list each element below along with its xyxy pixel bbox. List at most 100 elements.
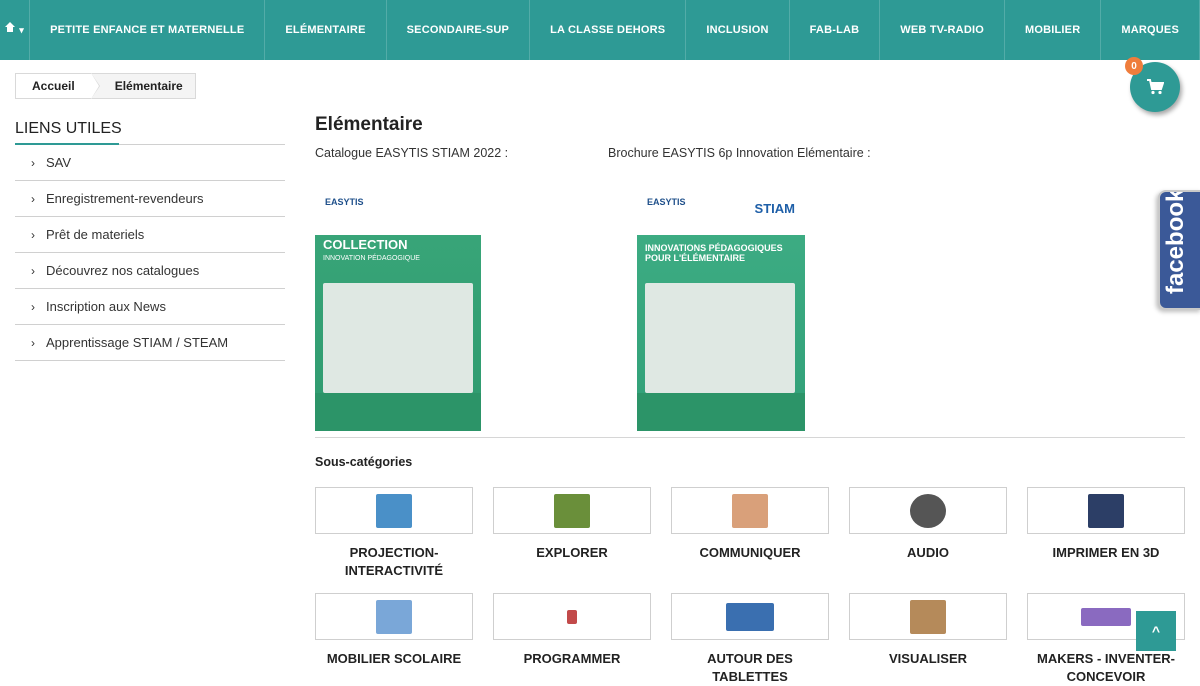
subcategory-thumbnail: [315, 487, 473, 534]
cart-icon: [1147, 79, 1164, 95]
subcategories-title: Sous-catégories: [315, 455, 413, 469]
catalog-cover[interactable]: EASYTIS COLLECTION INNOVATION PÉDAGOGIQU…: [315, 193, 481, 431]
main-content: Elémentaire Catalogue EASYTIS STIAM 2022…: [315, 114, 1185, 431]
cover-footer: [637, 393, 805, 431]
subcategory-image: [1088, 493, 1124, 528]
subcategory-image: [1081, 607, 1131, 626]
nav-item-marques[interactable]: MARQUES: [1101, 0, 1200, 60]
chevron-up-icon: ^: [1151, 623, 1161, 639]
subcategory-image: [554, 493, 590, 528]
breadcrumb: Accueil Elémentaire: [15, 73, 196, 99]
chevron-right-icon: ›: [31, 191, 35, 206]
sidebar-item-label: Enregistrement-revendeurs: [46, 191, 204, 206]
sidebar-item-catalogues[interactable]: › Découvrez nos catalogues: [15, 253, 285, 289]
sidebar-item-label: Prêt de materiels: [46, 227, 145, 242]
sidebar-item-label: SAV: [46, 155, 72, 170]
subcategory-visualiser[interactable]: VISUALISER: [849, 593, 1007, 668]
subcategory-projection[interactable]: PROJECTION-INTERACTIVITÉ: [315, 487, 473, 580]
chevron-down-icon: ▾: [19, 24, 24, 35]
catalog-label: Catalogue EASYTIS STIAM 2022 :: [315, 146, 509, 160]
top-navigation: ▾ PETITE ENFANCE ET MATERNELLE ELÉMENTAI…: [0, 0, 1200, 60]
breadcrumb-current: Elémentaire: [114, 79, 183, 93]
divider: [315, 437, 1185, 438]
subcategory-label: MOBILIER SCOLAIRE: [326, 651, 462, 666]
cover-logo-stiam: STIAM: [754, 201, 795, 216]
subcategory-image: [910, 493, 946, 528]
sidebar-item-label: Apprentissage STIAM / STEAM: [46, 335, 229, 350]
sidebar-item-stiam[interactable]: › Apprentissage STIAM / STEAM: [15, 325, 285, 361]
nav-home[interactable]: ▾: [0, 0, 31, 60]
subcategory-thumbnail: [849, 593, 1007, 640]
chevron-right-icon: ›: [31, 227, 35, 242]
cart-count-badge: 0: [1125, 57, 1143, 75]
nav-item-elementaire[interactable]: ELÉMENTAIRE: [265, 0, 387, 60]
cover-title: INNOVATIONS PÉDAGOGIQUES POUR L'ÉLÉMENTA…: [645, 243, 783, 263]
brochure-label: Brochure EASYTIS 6p Innovation Elémentai…: [608, 146, 871, 160]
subcategory-thumbnail: [671, 487, 829, 534]
page-title: Elémentaire: [315, 114, 423, 135]
cover-footer: [315, 393, 481, 431]
cart-button[interactable]: 0: [1125, 57, 1180, 112]
subcategory-label: AUDIO: [907, 545, 949, 560]
subcategory-image: [376, 493, 412, 528]
sidebar-item-sav[interactable]: › SAV: [15, 145, 285, 181]
facebook-tab[interactable]: facebook: [1158, 190, 1200, 310]
brochure-cover[interactable]: EASYTIS STIAM INNOVATIONS PÉDAGOGIQUES P…: [637, 193, 805, 431]
nav-item-mobilier[interactable]: MOBILIER: [1005, 0, 1102, 60]
subcategory-imprimer-3d[interactable]: IMPRIMER EN 3D: [1027, 487, 1185, 562]
chevron-right-icon: ›: [31, 335, 35, 350]
subcategory-thumbnail: [315, 593, 473, 640]
subcategory-thumbnail: [493, 487, 651, 534]
sidebar: LIENS UTILES › SAV › Enregistrement-reve…: [15, 120, 285, 361]
cover-product-image: [645, 283, 795, 393]
subcategory-thumbnail: [1027, 487, 1185, 534]
nav-item-inclusion[interactable]: INCLUSION: [686, 0, 790, 60]
subcategory-label: EXPLORER: [536, 545, 608, 560]
nav-item-classe-dehors[interactable]: LA CLASSE DEHORS: [530, 0, 687, 60]
subcategory-programmer[interactable]: PROGRAMMER: [493, 593, 651, 668]
cover-title: COLLECTION: [323, 237, 408, 252]
facebook-label: facebook: [1162, 190, 1189, 294]
subcategory-mobilier[interactable]: MOBILIER SCOLAIRE: [315, 593, 473, 668]
chevron-right-icon: ›: [31, 263, 35, 278]
subcategory-label: VISUALISER: [888, 651, 967, 666]
subcategory-label: PROJECTION-INTERACTIVITÉ: [344, 545, 444, 578]
subcategory-image: [910, 599, 946, 634]
subcategory-image: [376, 599, 412, 634]
subcategory-label: AUTOUR DES TABLETTES: [707, 651, 793, 684]
catalog-row: Catalogue EASYTIS STIAM 2022 : Brochure …: [315, 136, 1185, 431]
subcategory-thumbnail: [849, 487, 1007, 534]
sidebar-item-enregistrement[interactable]: › Enregistrement-revendeurs: [15, 181, 285, 217]
nav-item-web-tv-radio[interactable]: WEB TV-RADIO: [880, 0, 1005, 60]
sidebar-list: › SAV › Enregistrement-revendeurs › Prêt…: [15, 144, 285, 361]
subcategory-image: [567, 609, 577, 624]
nav-item-secondaire-sup[interactable]: SECONDAIRE-SUP: [387, 0, 531, 60]
cover-subtitle: INNOVATION PÉDAGOGIQUE: [323, 255, 420, 262]
home-icon: [5, 22, 16, 34]
breadcrumb-home[interactable]: Accueil: [16, 73, 100, 99]
back-to-top-button[interactable]: ^: [1136, 611, 1176, 651]
cover-logo: EASYTIS: [647, 197, 686, 207]
nav-item-fab-lab[interactable]: FAB-LAB: [790, 0, 881, 60]
sidebar-item-news[interactable]: › Inscription aux News: [15, 289, 285, 325]
subcategory-tablettes[interactable]: AUTOUR DES TABLETTES: [671, 593, 829, 686]
subcategory-label: IMPRIMER EN 3D: [1052, 545, 1160, 560]
cover-logo: EASYTIS: [325, 197, 364, 207]
subcategory-label: MAKERS - INVENTER-CONCEVOIR: [1037, 651, 1175, 684]
subcategory-thumbnail: [493, 593, 651, 640]
subcategory-audio[interactable]: AUDIO: [849, 487, 1007, 562]
subcategory-label: COMMUNIQUER: [699, 545, 801, 560]
subcategory-explorer[interactable]: EXPLORER: [493, 487, 651, 562]
sidebar-item-label: Inscription aux News: [46, 299, 166, 314]
subcategory-thumbnail: [671, 593, 829, 640]
cover-product-image: [323, 283, 473, 393]
chevron-right-icon: ›: [31, 155, 35, 170]
chevron-right-icon: ›: [31, 299, 35, 314]
sidebar-item-pret-materiels[interactable]: › Prêt de materiels: [15, 217, 285, 253]
sidebar-item-label: Découvrez nos catalogues: [46, 263, 200, 278]
sidebar-title: LIENS UTILES: [15, 120, 285, 145]
subcategory-label: PROGRAMMER: [523, 651, 621, 666]
subcategory-image: [732, 493, 768, 528]
subcategory-communiquer[interactable]: COMMUNIQUER: [671, 487, 829, 562]
nav-item-petite-enfance[interactable]: PETITE ENFANCE ET MATERNELLE: [30, 0, 266, 60]
